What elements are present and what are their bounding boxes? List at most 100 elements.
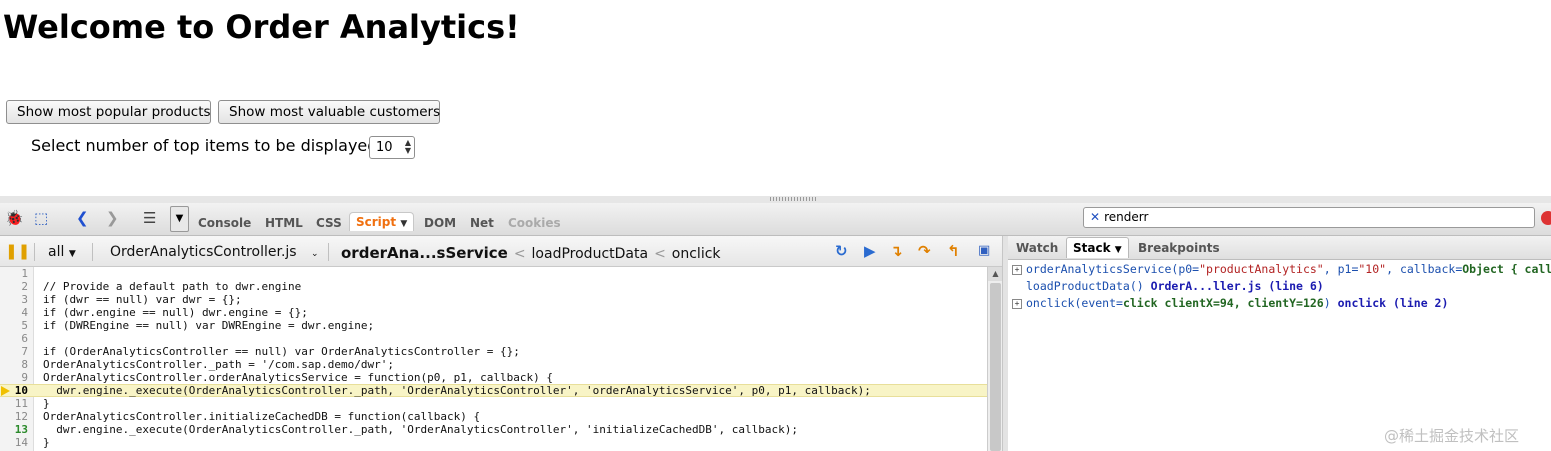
line-number[interactable]: 14 [0, 436, 28, 449]
line-number[interactable]: 13 [0, 423, 28, 436]
frame-event-link[interactable]: click clientX=94, clientY=126 [1123, 296, 1324, 310]
break-on-next-icon[interactable]: ❚❚ [5, 243, 30, 259]
code-line[interactable]: 7 if (OrderAnalyticsController == null) v… [0, 345, 987, 358]
panel-menu-chevron-icon[interactable]: ▼ [170, 206, 189, 232]
line-number[interactable]: 1 [0, 267, 28, 280]
top-items-select[interactable]: 10 ▲ ▼ [369, 136, 415, 159]
frame-function: loadProductData() [1026, 279, 1144, 293]
frame-arg-separator: , [1386, 262, 1400, 276]
line-number[interactable]: 8 [0, 358, 28, 371]
tab-net[interactable]: Net [470, 216, 494, 230]
expand-plus-icon[interactable]: + [1012, 298, 1022, 309]
code-line[interactable]: 8 OrderAnalyticsController._path = '/com.… [0, 358, 987, 371]
rerun-icon[interactable]: ↻ [835, 243, 848, 259]
script-filter-select[interactable]: all ▼ [48, 244, 76, 260]
frame-arg-name: event= [1081, 296, 1123, 310]
file-chevron-icon: ⌄ [311, 249, 319, 259]
code-line[interactable]: 14} [0, 436, 987, 449]
tab-script[interactable]: Script ▼ [349, 212, 415, 231]
expand-plus-icon[interactable]: + [1012, 264, 1022, 275]
code-text: OrderAnalyticsController.orderAnalyticsS… [43, 371, 553, 384]
line-number[interactable]: 5 [0, 319, 28, 332]
call-breadcrumb: orderAna...sService < loadProductData < oncl… [341, 244, 721, 262]
frame-arg-name: callback= [1399, 262, 1463, 276]
firebug-resize-handle[interactable] [0, 196, 1551, 203]
frame-close-paren: ) [1323, 296, 1331, 310]
script-file-name: OrderAnalyticsController.js [110, 244, 297, 260]
menu-list-icon[interactable]: ☰ [143, 209, 156, 227]
close-firebug-icon[interactable] [1541, 211, 1551, 225]
code-line[interactable]: 4 if (dwr.engine == null) dwr.engine = {}… [0, 306, 987, 319]
stack-frame-load-product-data[interactable]: loadProductData() OrderA...ller.js (line… [1012, 278, 1324, 294]
script-pane: ❚❚ all ▼ OrderAnalyticsController.js ⌄ o… [0, 236, 1003, 451]
tab-cookies[interactable]: Cookies [508, 216, 561, 230]
clear-search-icon[interactable]: ✕ [1090, 210, 1100, 224]
line-number[interactable]: 4 [0, 306, 28, 319]
tab-stack-label: Stack [1073, 241, 1111, 255]
tab-script-chevron-icon: ▼ [400, 219, 408, 229]
line-number[interactable]: 2 [0, 280, 28, 293]
current-line-arrow-icon [1, 386, 10, 396]
tab-stack[interactable]: Stack ▼ [1066, 237, 1129, 258]
frame-object-link[interactable]: Object { call [1462, 262, 1551, 276]
breadcrumb-onclick[interactable]: onclick [672, 246, 721, 262]
frame-location-link[interactable]: OrderA...ller.js (line 6) [1151, 279, 1324, 293]
line-number[interactable]: 6 [0, 332, 28, 345]
code-line[interactable]: 10 dwr.engine._execute(OrderAnalyticsCon… [0, 384, 987, 397]
step-out-icon[interactable]: ↰ [947, 243, 960, 259]
step-over-icon[interactable]: ↷ [918, 243, 931, 259]
code-line[interactable]: 3 if (dwr == null) var dwr = {}; [0, 293, 987, 306]
show-popular-products-button[interactable]: Show most popular products [6, 100, 211, 124]
source-code-view[interactable]: 1 2 // Provide a default path to dwr.engin… [0, 267, 987, 451]
frame-location-link[interactable]: onclick (line 2) [1338, 296, 1449, 310]
code-text: OrderAnalyticsController.initializeCache… [43, 410, 481, 423]
firebug-bug-icon[interactable]: 🐞 [5, 209, 24, 227]
breadcrumb-current[interactable]: orderAna...sService [341, 244, 508, 262]
code-scrollbar[interactable]: ▲ [987, 267, 1003, 451]
code-text: dwr.engine._execute(OrderAnalyticsContro… [43, 423, 798, 436]
scroll-up-icon[interactable]: ▲ [988, 267, 1003, 281]
code-line[interactable]: 13 dwr.engine._execute(OrderAnalyticsCon… [0, 423, 987, 436]
line-number[interactable]: 3 [0, 293, 28, 306]
line-number[interactable]: 9 [0, 371, 28, 384]
frame-arg-name: p0= [1178, 262, 1200, 276]
code-line[interactable]: 6 [0, 332, 987, 345]
code-text: if (dwr.engine == null) dwr.engine = {}; [43, 306, 308, 319]
frame-function: onclick( [1026, 296, 1082, 310]
spinner-arrows-icon: ▲ ▼ [404, 138, 411, 155]
script-file-select[interactable]: OrderAnalyticsController.js ⌄ [110, 244, 319, 260]
back-arrow-icon[interactable]: ❮ [76, 209, 89, 227]
firebug-search-input[interactable]: ✕ renderr [1083, 207, 1535, 228]
tab-css[interactable]: CSS [316, 216, 342, 230]
forward-arrow-icon[interactable]: ❯ [106, 209, 119, 227]
continue-icon[interactable]: ▶ [864, 243, 876, 259]
breadcrumb-load-product-data[interactable]: loadProductData [532, 246, 649, 262]
step-into-icon[interactable]: ↴ [890, 243, 903, 259]
code-line[interactable]: 2 // Provide a default path to dwr.engine [0, 280, 987, 293]
line-number[interactable]: 12 [0, 410, 28, 423]
code-text: if (dwr == null) var dwr = {}; [43, 293, 242, 306]
tab-html[interactable]: HTML [265, 216, 303, 230]
stack-frame-onclick[interactable]: + onclick(event=click clientX=94, clientY… [1012, 295, 1448, 311]
frame-function: orderAnalyticsService( [1026, 262, 1179, 276]
line-number[interactable]: 11 [0, 397, 28, 410]
code-line[interactable]: 11} [0, 397, 987, 410]
show-valuable-customers-button[interactable]: Show most valuable customers [218, 100, 440, 124]
code-line[interactable]: 1 [0, 267, 987, 280]
tab-dom[interactable]: DOM [424, 216, 456, 230]
frame-arg-value: "productAnalytics" [1199, 262, 1324, 276]
toggle-side-panel-icon[interactable]: ▣ [978, 243, 990, 259]
code-line[interactable]: 5 if (DWREngine == null) var DWREngine = … [0, 319, 987, 332]
tab-stack-chevron-icon: ▼ [1114, 245, 1122, 255]
line-number[interactable]: 7 [0, 345, 28, 358]
code-text: } [43, 397, 50, 410]
side-panel: Watch Stack ▼ Breakpoints + orderAnalytic… [1008, 236, 1551, 451]
tab-console[interactable]: Console [198, 216, 251, 230]
tab-breakpoints[interactable]: Breakpoints [1138, 241, 1220, 255]
tab-watch[interactable]: Watch [1016, 241, 1058, 255]
scroll-thumb[interactable] [990, 283, 1001, 451]
code-line[interactable]: 12 OrderAnalyticsController.initializeCac… [0, 410, 987, 423]
inspect-element-icon[interactable]: ⬚ [34, 209, 48, 227]
code-line[interactable]: 9 OrderAnalyticsController.orderAnalytics… [0, 371, 987, 384]
stack-frame-order-analytics-service[interactable]: + orderAnalyticsService(p0="productAnalyt… [1012, 261, 1551, 277]
